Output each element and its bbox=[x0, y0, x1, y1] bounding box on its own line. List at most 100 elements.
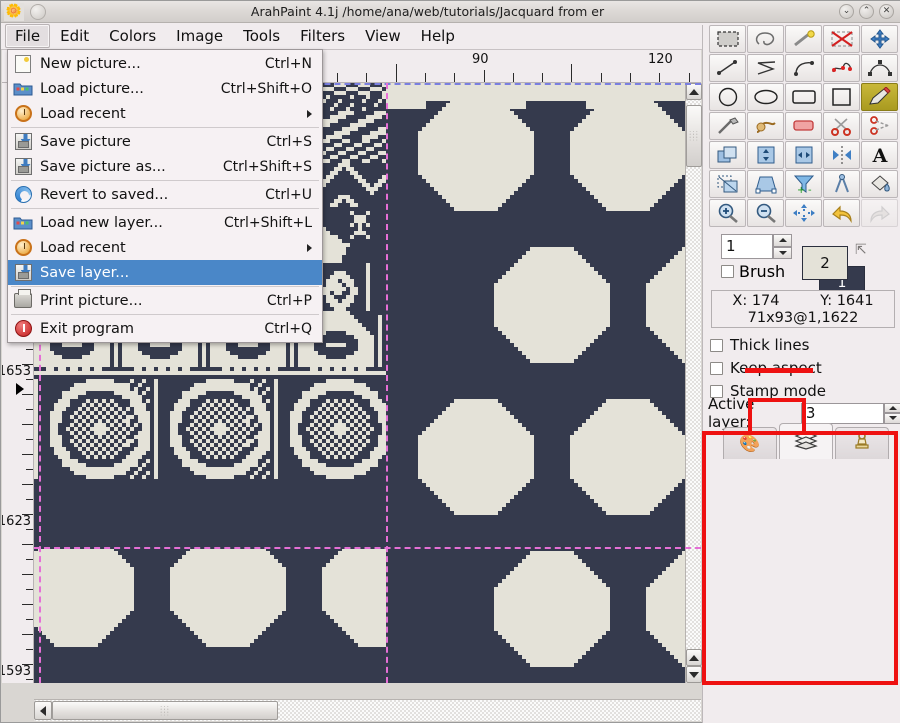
compass-tool[interactable] bbox=[823, 170, 860, 198]
file-menu-item-save-layer[interactable]: Save layer... bbox=[8, 260, 322, 285]
keep-aspect-checkbox[interactable] bbox=[710, 361, 723, 375]
magic-wand-tool[interactable] bbox=[785, 25, 822, 53]
stepper-up-icon-2 bbox=[889, 405, 898, 410]
tab-palette[interactable]: 🎨 bbox=[723, 427, 777, 459]
maximize-button[interactable]: ⌃ bbox=[859, 4, 874, 19]
file-menu-item-save-picture-as[interactable]: Save picture as... Ctrl+Shift+S bbox=[8, 154, 322, 179]
zoom-out-tool[interactable] bbox=[747, 199, 784, 227]
swap-colors-icon[interactable]: ⇱ bbox=[855, 242, 867, 258]
file-menu-popup[interactable]: New picture... Ctrl+N Load picture... Ctrl+… bbox=[7, 49, 323, 343]
scroll-left-button[interactable] bbox=[34, 701, 52, 720]
rectangle-tool[interactable] bbox=[823, 83, 860, 111]
brush-size-down[interactable] bbox=[773, 246, 792, 259]
file-menu-item-new-picture[interactable]: New picture... Ctrl+N bbox=[8, 51, 322, 76]
smudge-tool[interactable] bbox=[747, 112, 784, 140]
horizontal-scrollbar[interactable]: ::::::::: bbox=[34, 699, 701, 721]
close-button[interactable]: ✕ bbox=[879, 4, 894, 19]
minimize-button[interactable]: ⌄ bbox=[839, 4, 854, 19]
menu-file[interactable]: File bbox=[5, 24, 51, 48]
cut-tool[interactable] bbox=[823, 112, 860, 140]
ruler-tick-v bbox=[26, 679, 33, 680]
file-menu-item-load-new-layer[interactable]: Load new layer... Ctrl+Shift+L bbox=[8, 210, 322, 235]
ruler-tick bbox=[601, 73, 602, 82]
file-menu-item-save-picture[interactable]: Save picture Ctrl+S bbox=[8, 129, 322, 154]
menu-tools[interactable]: Tools bbox=[233, 24, 290, 48]
foreground-color-swatch[interactable]: 2 bbox=[802, 246, 848, 280]
line-tool[interactable] bbox=[709, 54, 746, 82]
tab-stamp[interactable] bbox=[835, 427, 889, 459]
lasso-select-tool[interactable] bbox=[747, 25, 784, 53]
menu-view[interactable]: View bbox=[355, 24, 411, 48]
file-menu-item-accelerator: Ctrl+N bbox=[264, 55, 312, 72]
active-layer-down[interactable] bbox=[884, 413, 900, 424]
eraser-tool[interactable] bbox=[785, 112, 822, 140]
scatter-tool[interactable] bbox=[785, 199, 822, 227]
file-menu-item-load-recent[interactable]: Load recent bbox=[8, 235, 322, 260]
text-tool[interactable]: A bbox=[861, 141, 898, 169]
vertical-scrollbar[interactable]: ::::::::: bbox=[685, 83, 702, 683]
tab-layers[interactable] bbox=[779, 423, 833, 459]
rounded-rect-tool[interactable] bbox=[785, 83, 822, 111]
file-menu-item-accelerator: Ctrl+U bbox=[265, 186, 312, 203]
resize-tool[interactable] bbox=[709, 170, 746, 198]
brush-size-up[interactable] bbox=[773, 234, 792, 247]
circle-tool[interactable] bbox=[709, 83, 746, 111]
file-menu-item-revert-to-saved[interactable]: Revert to saved... Ctrl+U bbox=[8, 182, 322, 207]
ellipse-tool[interactable] bbox=[747, 83, 784, 111]
freehand-curve-tool[interactable] bbox=[823, 54, 860, 82]
brush-checkbox-row[interactable]: Brush bbox=[721, 262, 785, 281]
ruler-tick bbox=[630, 73, 631, 82]
file-menu-item-load-recent[interactable]: Load recent bbox=[8, 101, 322, 126]
brush-checkbox[interactable] bbox=[721, 265, 734, 278]
scroll-up-button[interactable] bbox=[686, 83, 702, 100]
ruler-tick-v bbox=[26, 589, 33, 590]
ruler-tick bbox=[484, 70, 485, 82]
rect-select-tool[interactable] bbox=[709, 25, 746, 53]
pencil-tool[interactable] bbox=[861, 83, 898, 111]
file-menu-item-label: Load picture... bbox=[40, 80, 144, 97]
copy-layer-tool[interactable] bbox=[709, 141, 746, 169]
menu-filters[interactable]: Filters bbox=[290, 24, 355, 48]
menu-separator bbox=[11, 180, 319, 181]
move-tool[interactable] bbox=[861, 25, 898, 53]
curve-tool[interactable] bbox=[785, 54, 822, 82]
horizontal-scroll-thumb[interactable]: ::::::::: bbox=[52, 701, 278, 720]
vertical-scroll-thumb[interactable]: ::::::::: bbox=[686, 105, 702, 167]
color-reduce-tool[interactable]: + - bbox=[785, 170, 822, 198]
scroll-down-button[interactable] bbox=[686, 666, 702, 683]
file-menu-item-load-picture[interactable]: Load picture... Ctrl+Shift+O bbox=[8, 76, 322, 101]
active-layer-input[interactable]: 3 bbox=[800, 402, 885, 424]
undo-tool[interactable] bbox=[823, 199, 860, 227]
ruler-tick-v bbox=[26, 529, 33, 530]
scroll-down-button-upper[interactable] bbox=[686, 649, 702, 666]
brush-size-stepper[interactable] bbox=[773, 234, 792, 259]
arrow-down-icon bbox=[689, 671, 699, 678]
flip-horizontal-tool[interactable] bbox=[785, 141, 822, 169]
cursor-x-label: X: 174 bbox=[732, 293, 780, 309]
trim-tool[interactable] bbox=[861, 112, 898, 140]
brush-size-input[interactable]: 1 bbox=[721, 234, 773, 259]
file-menu-item-print-picture[interactable]: Print picture... Ctrl+P bbox=[8, 288, 322, 313]
menu-edit[interactable]: Edit bbox=[50, 24, 99, 48]
polyline-tool[interactable] bbox=[747, 54, 784, 82]
flip-vertical-tool[interactable] bbox=[747, 141, 784, 169]
new-page-icon bbox=[12, 54, 34, 74]
menu-help[interactable]: Help bbox=[411, 24, 465, 48]
perspective-tool[interactable] bbox=[747, 170, 784, 198]
zoom-in-tool[interactable] bbox=[709, 199, 746, 227]
window-buttons: ⌄ ⌃ ✕ bbox=[839, 4, 894, 19]
bezier-tool[interactable] bbox=[861, 54, 898, 82]
file-menu-item-exit-program[interactable]: Exit program Ctrl+Q bbox=[8, 316, 322, 341]
airbrush-tool[interactable] bbox=[709, 112, 746, 140]
option-thick-lines[interactable]: Thick lines bbox=[710, 334, 900, 356]
active-layer-row: Active layer: 3 bbox=[708, 395, 900, 431]
deselect-tool[interactable] bbox=[823, 25, 860, 53]
mirror-tool[interactable] bbox=[823, 141, 860, 169]
menu-image[interactable]: Image bbox=[166, 24, 233, 48]
ruler-label-v: 1623 bbox=[2, 514, 31, 529]
active-layer-stepper[interactable] bbox=[884, 402, 900, 424]
menu-colors[interactable]: Colors bbox=[99, 24, 166, 48]
fill-bucket-tool[interactable] bbox=[861, 170, 898, 198]
thick-lines-checkbox[interactable] bbox=[710, 338, 723, 352]
active-layer-up[interactable] bbox=[884, 402, 900, 413]
